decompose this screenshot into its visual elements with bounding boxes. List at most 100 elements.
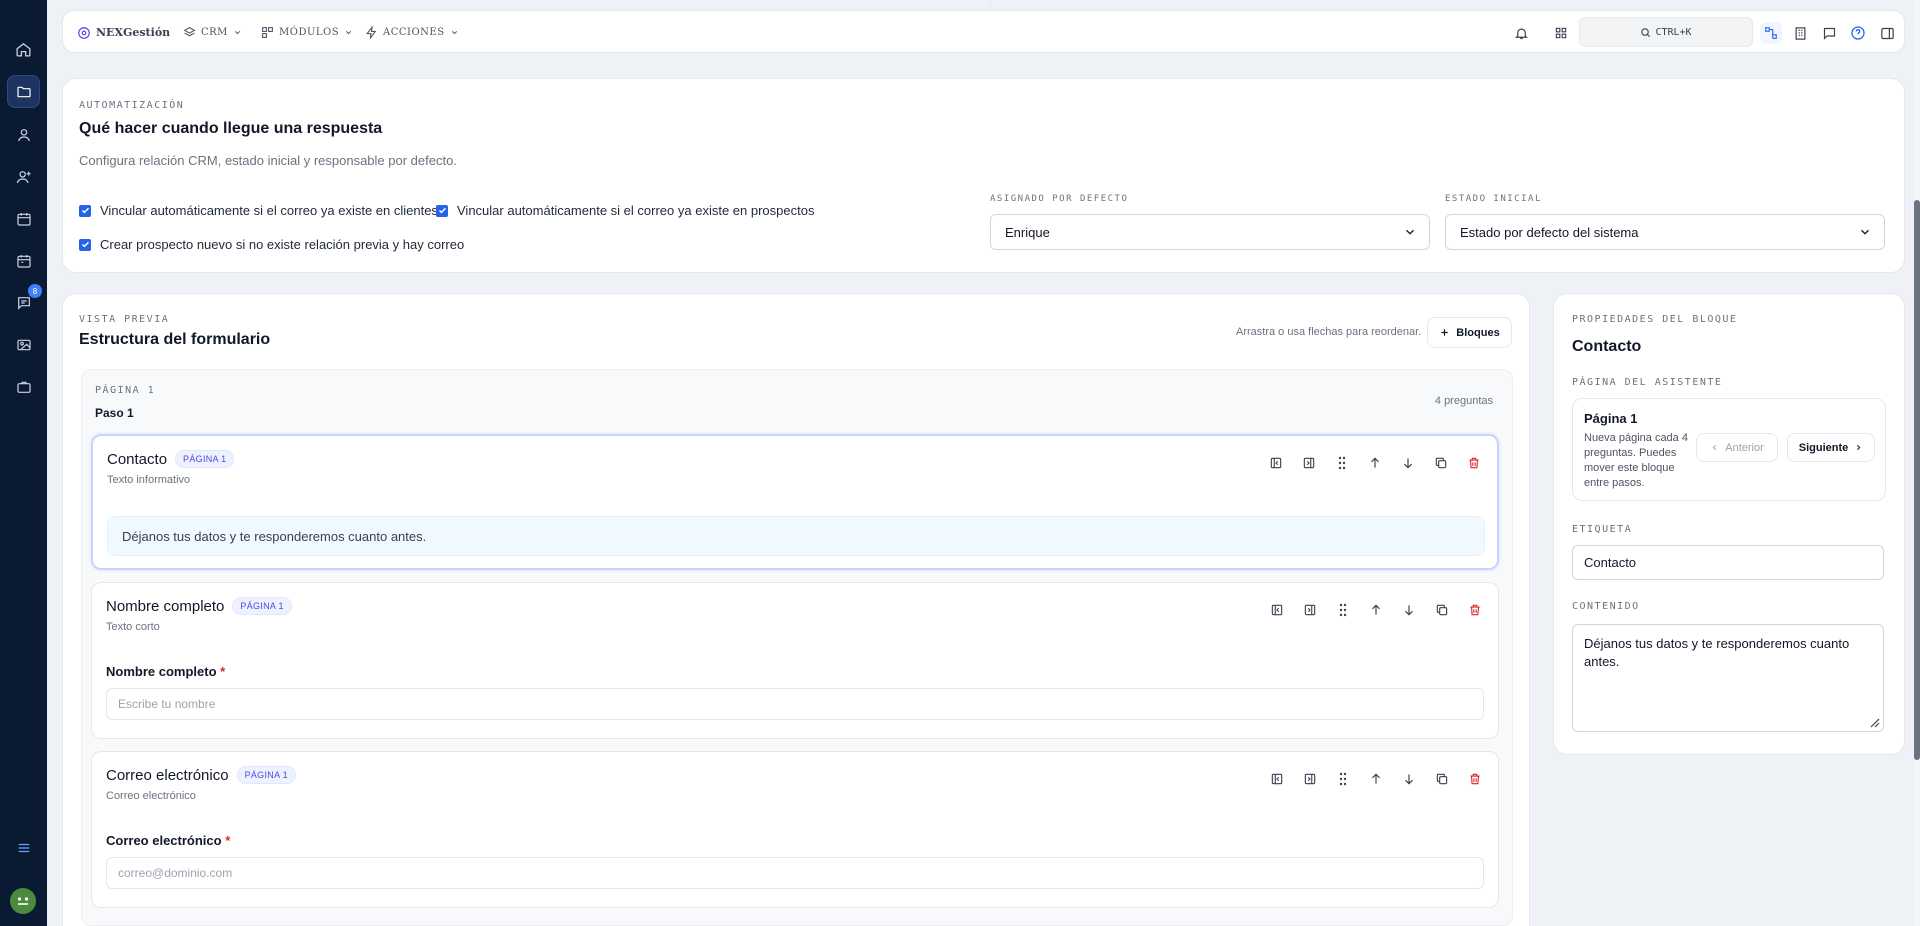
arrow-up-icon[interactable] bbox=[1365, 768, 1387, 790]
checkbox-checked-icon[interactable] bbox=[79, 238, 91, 251]
reorder-hint: Arrastra o usa flechas para reordenar. bbox=[1236, 326, 1422, 338]
calendar-icon[interactable] bbox=[7, 202, 40, 235]
menu-modulos[interactable]: MÓDULOS bbox=[261, 11, 353, 54]
menu-icon[interactable] bbox=[7, 831, 40, 864]
assigned-select[interactable]: Enrique bbox=[990, 214, 1430, 250]
wizard-page-name: Página 1 bbox=[1584, 411, 1638, 426]
content-textarea[interactable]: Déjanos tus datos y te responderemos cua… bbox=[1572, 624, 1884, 732]
avatar[interactable] bbox=[10, 888, 36, 914]
briefcase-icon[interactable] bbox=[7, 370, 40, 403]
top-bar: NEXGestión CRM MÓDULOS ACCIONES CTRL+K bbox=[62, 1, 1905, 54]
menu-acciones-label: ACCIONES bbox=[383, 27, 445, 38]
tag-input[interactable]: Contacto bbox=[1572, 545, 1884, 580]
field-label-text: Nombre completo bbox=[106, 664, 217, 679]
checkbox-checked-icon[interactable] bbox=[436, 204, 448, 217]
drag-handle-icon[interactable] bbox=[1332, 599, 1354, 621]
bolt-icon bbox=[365, 26, 378, 39]
block-type: Texto informativo bbox=[107, 474, 191, 486]
page-question-count: 4 preguntas bbox=[1434, 395, 1493, 407]
chevron-down-icon bbox=[344, 28, 353, 37]
form-block[interactable]: Correo electrónico PÁGINA 1 Correo elect… bbox=[91, 751, 1499, 908]
arrow-down-icon[interactable] bbox=[1398, 768, 1420, 790]
automation-title: Qué hacer cuando llegue una respuesta bbox=[79, 120, 383, 137]
previous-page-button[interactable]: Anterior bbox=[1696, 433, 1778, 462]
initial-state-value: Estado por defecto del sistema bbox=[1460, 224, 1639, 240]
arrow-down-icon[interactable] bbox=[1397, 452, 1419, 474]
page-label: PÁGINA 1 bbox=[95, 385, 156, 396]
preview-title: Estructura del formulario bbox=[79, 331, 271, 348]
drag-handle-icon[interactable] bbox=[1331, 452, 1353, 474]
assigned-label: ASIGNADO POR DEFECTO bbox=[990, 194, 1129, 204]
properties-eyebrow: PROPIEDADES DEL BLOQUE bbox=[1572, 314, 1738, 325]
move-prev-page-icon[interactable] bbox=[1266, 599, 1288, 621]
chevron-right-icon bbox=[1854, 443, 1863, 452]
move-prev-page-icon[interactable] bbox=[1266, 768, 1288, 790]
user-icon[interactable] bbox=[7, 118, 40, 151]
automation-description: Configura relación CRM, estado inicial y… bbox=[79, 153, 457, 168]
chevron-down-icon bbox=[1403, 225, 1417, 239]
scrollbar-thumb[interactable] bbox=[1914, 200, 1920, 760]
move-next-page-icon[interactable] bbox=[1299, 768, 1321, 790]
page-scrollbar[interactable] bbox=[1914, 0, 1920, 926]
trash-icon[interactable] bbox=[1464, 599, 1486, 621]
wizard-page-box: Página 1 Nueva página cada 4 preguntas. … bbox=[1572, 398, 1886, 501]
trash-icon[interactable] bbox=[1463, 452, 1485, 474]
add-user-icon[interactable] bbox=[7, 160, 40, 193]
required-mark: * bbox=[225, 833, 231, 848]
checkbox-checked-icon[interactable] bbox=[79, 204, 91, 217]
chat-icon[interactable] bbox=[1818, 22, 1840, 44]
check-create-prospect[interactable]: Crear prospecto nuevo si no existe relac… bbox=[79, 237, 464, 252]
apps-grid-icon[interactable] bbox=[1550, 22, 1572, 44]
bell-icon[interactable] bbox=[1510, 22, 1532, 44]
menu-crm[interactable]: CRM bbox=[183, 11, 242, 54]
folder-icon[interactable] bbox=[7, 75, 40, 108]
check-link-clients[interactable]: Vincular automáticamente si el correo ya… bbox=[79, 203, 438, 218]
field-label: Nombre completo * bbox=[106, 664, 225, 679]
form-block[interactable]: Contacto PÁGINA 1 Texto informativo Déja… bbox=[91, 434, 1499, 570]
duplicate-icon[interactable] bbox=[1431, 599, 1453, 621]
search-shortcut: CTRL+K bbox=[1655, 26, 1692, 38]
brand[interactable]: NEXGestión bbox=[77, 11, 170, 54]
form-block[interactable]: Nombre completo PÁGINA 1 Texto corto Nom… bbox=[91, 582, 1499, 739]
menu-modulos-label: MÓDULOS bbox=[279, 27, 340, 38]
drag-handle-icon[interactable] bbox=[1332, 768, 1354, 790]
next-page-button[interactable]: Siguiente bbox=[1787, 433, 1875, 462]
check-link-prospects[interactable]: Vincular automáticamente si el correo ya… bbox=[436, 203, 814, 218]
building-icon[interactable] bbox=[1789, 22, 1811, 44]
block-type: Correo electrónico bbox=[106, 790, 196, 802]
logo-icon bbox=[77, 26, 91, 40]
arrow-up-icon[interactable] bbox=[1365, 599, 1387, 621]
resize-handle-icon[interactable] bbox=[1868, 716, 1880, 728]
modules-icon bbox=[261, 26, 274, 39]
workflow-icon[interactable] bbox=[1760, 22, 1782, 44]
block-type: Texto corto bbox=[106, 621, 160, 633]
block-toolbar bbox=[1265, 452, 1485, 474]
schedule-icon[interactable] bbox=[7, 244, 40, 277]
check-create-prospect-label: Crear prospecto nuevo si no existe relac… bbox=[100, 237, 465, 252]
wizard-page-label: PÁGINA DEL ASISTENTE bbox=[1572, 377, 1723, 388]
name-input-preview[interactable]: Escribe tu nombre bbox=[106, 688, 1484, 720]
add-blocks-button[interactable]: Bloques bbox=[1427, 317, 1512, 348]
sidebar-toggle-icon[interactable] bbox=[1876, 22, 1898, 44]
move-prev-page-icon[interactable] bbox=[1265, 452, 1287, 474]
arrow-down-icon[interactable] bbox=[1398, 599, 1420, 621]
initial-state-label: ESTADO INICIAL bbox=[1445, 194, 1542, 204]
duplicate-icon[interactable] bbox=[1431, 768, 1453, 790]
trash-icon[interactable] bbox=[1464, 768, 1486, 790]
page-step: Paso 1 bbox=[95, 406, 134, 420]
move-next-page-icon[interactable] bbox=[1299, 599, 1321, 621]
initial-state-select[interactable]: Estado por defecto del sistema bbox=[1445, 214, 1885, 250]
check-link-prospects-label: Vincular automáticamente si el correo ya… bbox=[457, 203, 815, 218]
email-input-preview[interactable]: correo@dominio.com bbox=[106, 857, 1484, 889]
duplicate-icon[interactable] bbox=[1430, 452, 1452, 474]
field-label: Correo electrónico * bbox=[106, 833, 230, 848]
move-next-page-icon[interactable] bbox=[1298, 452, 1320, 474]
home-icon[interactable] bbox=[7, 33, 40, 66]
search-button[interactable]: CTRL+K bbox=[1579, 17, 1753, 47]
menu-acciones[interactable]: ACCIONES bbox=[365, 11, 459, 54]
help-icon[interactable] bbox=[1847, 22, 1869, 44]
chevron-down-icon bbox=[450, 28, 459, 37]
properties-title: Contacto bbox=[1572, 338, 1642, 355]
arrow-up-icon[interactable] bbox=[1364, 452, 1386, 474]
image-icon[interactable] bbox=[7, 328, 40, 361]
